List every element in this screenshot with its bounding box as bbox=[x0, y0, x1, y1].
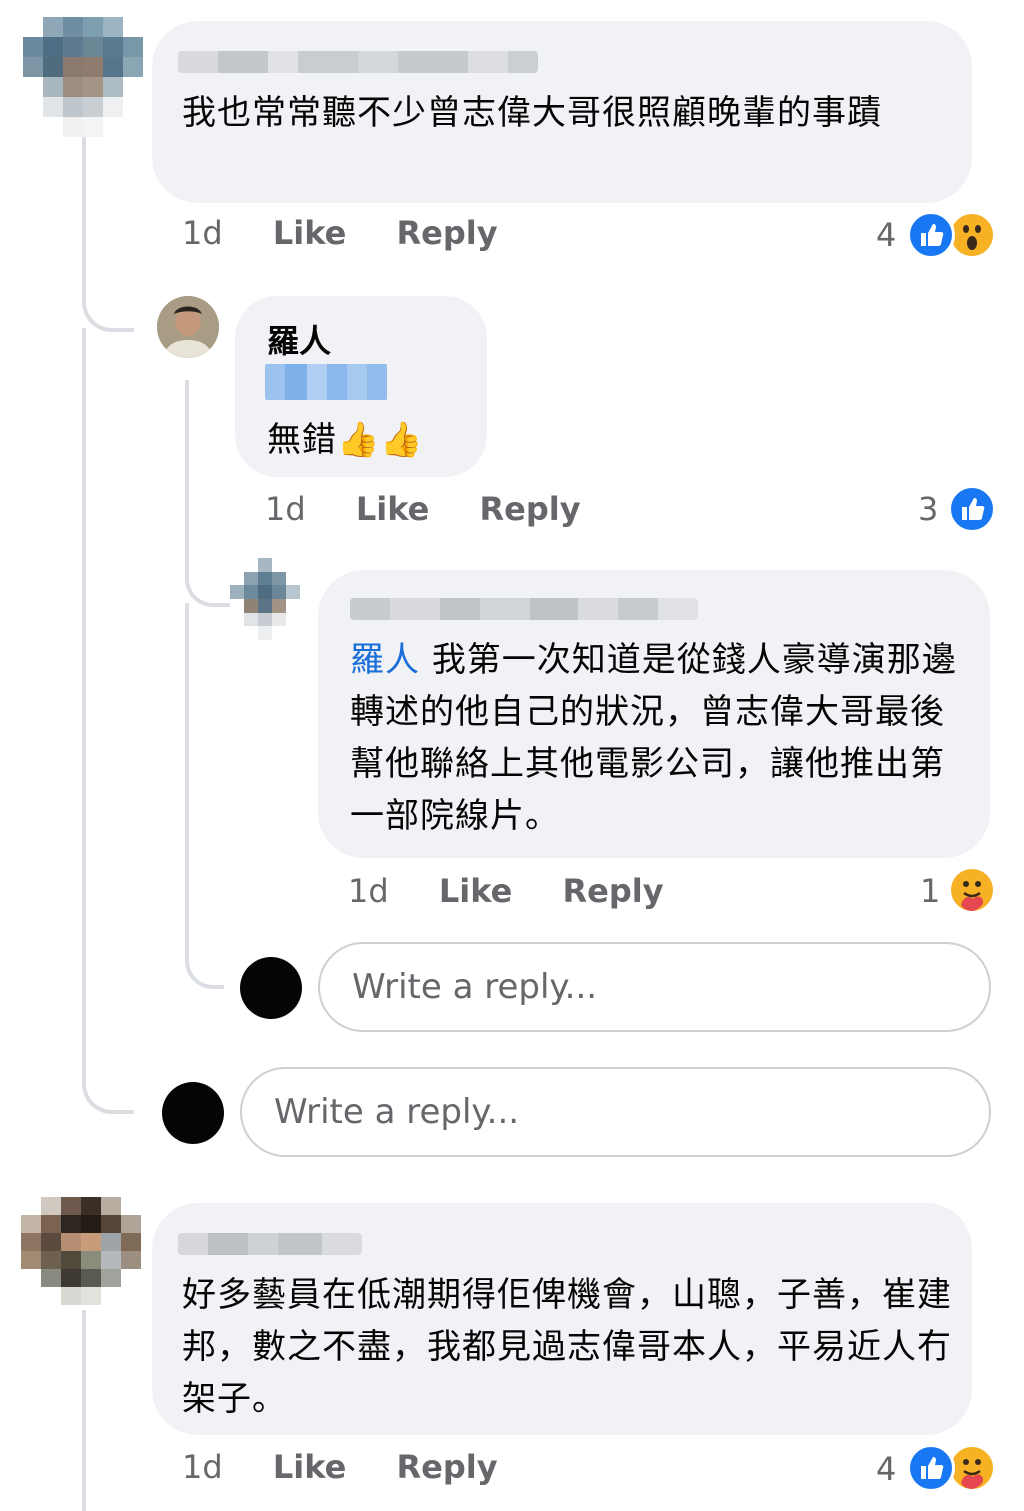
reply-button[interactable]: Reply bbox=[397, 1448, 498, 1486]
comment-bubble: 好多藝員在低潮期得佢俾機會，山聰，子善，崔建邦，數之不盡，我都見過志偉哥本人，平… bbox=[152, 1203, 972, 1435]
reply-input[interactable]: Write a reply... bbox=[240, 1067, 991, 1157]
comment-meta: 1d Like Reply bbox=[182, 1448, 498, 1486]
comment-time[interactable]: 1d bbox=[182, 1448, 223, 1486]
like-button[interactable]: Like bbox=[273, 214, 346, 252]
reply-button[interactable]: Reply bbox=[480, 490, 581, 528]
comment-meta: 1d Like Reply bbox=[265, 490, 581, 528]
avatar[interactable] bbox=[157, 296, 219, 358]
thread-line-main-lower bbox=[82, 328, 134, 1114]
comment-bubble: 羅人 我第一次知道是從錢人豪導演那邊轉述的他自己的狀況，曾志偉大哥最後幫他聯絡上… bbox=[318, 570, 990, 858]
reaction-count[interactable]: 4 bbox=[876, 216, 896, 254]
mention-link[interactable]: 羅人 bbox=[350, 640, 420, 680]
blurred-author-name[interactable] bbox=[178, 1233, 362, 1255]
comment-time[interactable]: 1d bbox=[182, 214, 223, 252]
like-button[interactable]: Like bbox=[273, 1448, 346, 1486]
avatar[interactable] bbox=[230, 558, 300, 640]
comment-meta: 1d Like Reply bbox=[182, 214, 498, 252]
care-icon bbox=[948, 866, 996, 914]
avatar[interactable] bbox=[23, 17, 143, 137]
thread-line-main bbox=[82, 135, 134, 332]
user-avatar[interactable] bbox=[240, 957, 302, 1019]
thread-line-nested-lower bbox=[185, 603, 224, 989]
comment-meta: 1d Like Reply bbox=[348, 872, 664, 910]
like-icon bbox=[948, 485, 996, 533]
comment-author[interactable]: 羅人 bbox=[267, 316, 331, 362]
comment-bubble: 我也常常聽不少曾志偉大哥很照顧晚輩的事蹟 bbox=[152, 21, 972, 203]
comment-text: 好多藝員在低潮期得佢俾機會，山聰，子善，崔建邦，數之不盡，我都見過志偉哥本人，平… bbox=[182, 1275, 952, 1419]
reaction-count[interactable]: 3 bbox=[918, 490, 938, 528]
care-icon bbox=[948, 1444, 996, 1492]
reaction-count[interactable]: 1 bbox=[920, 872, 940, 910]
like-icon bbox=[907, 1444, 955, 1492]
like-icon bbox=[907, 211, 955, 259]
user-avatar[interactable] bbox=[162, 1082, 224, 1144]
avatar[interactable] bbox=[21, 1197, 141, 1305]
thread-line-bottom bbox=[82, 1310, 86, 1511]
comment-text: 無錯👍👍 bbox=[267, 420, 424, 460]
thread-line-nested bbox=[185, 380, 231, 607]
blurred-tag[interactable] bbox=[265, 364, 387, 400]
blurred-author-name[interactable] bbox=[350, 598, 698, 620]
comment-time[interactable]: 1d bbox=[348, 872, 389, 910]
like-button[interactable]: Like bbox=[439, 872, 512, 910]
thumbs-up-emoji: 👍👍 bbox=[337, 420, 424, 460]
comment-time[interactable]: 1d bbox=[265, 490, 306, 528]
comment-text: 羅人 我第一次知道是從錢人豪導演那邊轉述的他自己的狀況，曾志偉大哥最後幫他聯絡上… bbox=[350, 640, 957, 836]
reaction-count[interactable]: 4 bbox=[876, 1450, 896, 1488]
like-button[interactable]: Like bbox=[356, 490, 429, 528]
comment-bubble: 羅人 無錯👍👍 bbox=[235, 296, 487, 477]
reply-button[interactable]: Reply bbox=[397, 214, 498, 252]
blurred-author-name[interactable] bbox=[178, 51, 538, 73]
reply-input[interactable]: Write a reply... bbox=[318, 942, 991, 1032]
comment-text: 我也常常聽不少曾志偉大哥很照顧晚輩的事蹟 bbox=[182, 93, 882, 133]
wow-icon bbox=[948, 211, 996, 259]
reply-button[interactable]: Reply bbox=[563, 872, 664, 910]
